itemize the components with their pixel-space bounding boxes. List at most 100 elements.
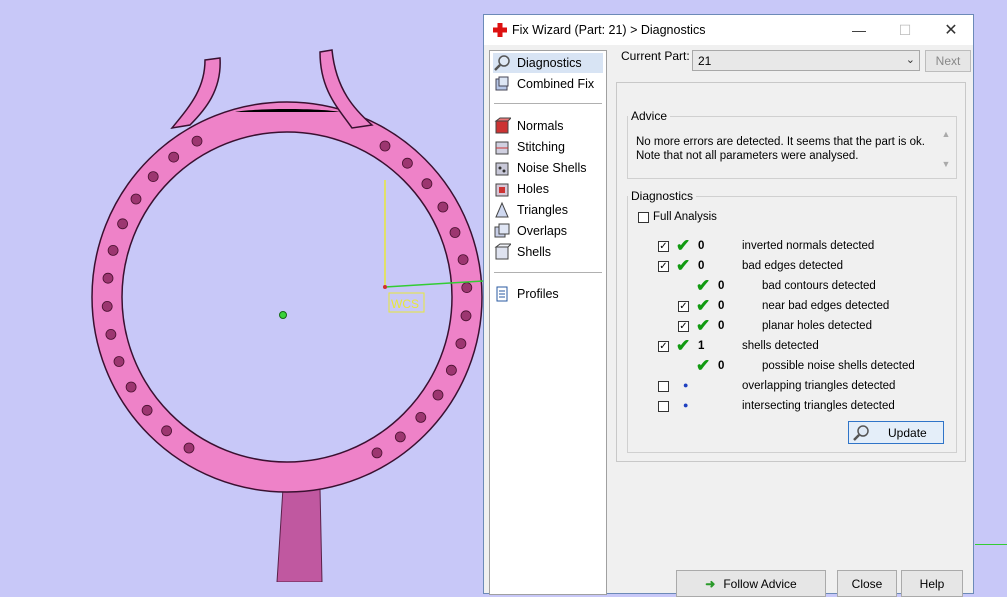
ok-check-icon: ✔ xyxy=(676,236,691,255)
current-part-label: Current Part: xyxy=(621,49,690,63)
fix-wizard-dialog: Fix Wizard (Part: 21) > Diagnostics — ☐ … xyxy=(483,14,974,597)
center-marker xyxy=(279,311,287,319)
gem-stone xyxy=(394,431,406,443)
document-icon xyxy=(496,286,508,302)
gem-stone xyxy=(161,425,173,437)
cube-stack-icon xyxy=(495,76,509,91)
ok-check-icon: ✔ xyxy=(696,356,711,375)
maximize-button[interactable]: ☐ xyxy=(882,15,928,45)
update-label: Update xyxy=(888,425,927,440)
row-count: 1 xyxy=(698,340,705,352)
nav-divider xyxy=(494,272,602,273)
gem-stone xyxy=(168,151,180,163)
advice-group: Advice No more errors are detected. It s… xyxy=(627,109,957,179)
ok-check-icon: ✔ xyxy=(696,276,711,295)
green-arrow-icon: ➜ xyxy=(705,577,716,591)
nav-item-profiles[interactable]: Profiles xyxy=(493,284,559,304)
row-count: 0 xyxy=(718,360,725,372)
nav-item-diagnostics[interactable]: Diagnostics xyxy=(493,53,603,73)
gem-stone xyxy=(371,447,383,459)
bad-edges-checkbox[interactable]: ✓ xyxy=(658,261,669,272)
nav-label: Profiles xyxy=(517,287,559,301)
dialog-title: Fix Wizard (Part: 21) > Diagnostics xyxy=(512,23,706,37)
help-button[interactable]: Help xyxy=(901,570,963,597)
nav-label: Triangles xyxy=(517,203,568,217)
row-label: planar holes detected xyxy=(762,320,872,332)
gem-stone xyxy=(460,310,472,322)
advice-legend: Advice xyxy=(631,109,668,123)
pending-dot-icon: ● xyxy=(683,400,689,410)
row-count: 0 xyxy=(718,280,725,292)
pending-dot-icon: ● xyxy=(683,380,689,390)
diagnostics-panel: Advice No more errors are detected. It s… xyxy=(616,82,966,462)
next-button[interactable]: Next xyxy=(925,50,971,72)
follow-advice-label: Follow Advice xyxy=(723,577,797,591)
follow-advice-button[interactable]: ➜ Follow Advice xyxy=(676,570,826,597)
shells-checkbox[interactable]: ✓ xyxy=(658,341,669,352)
gem-stone xyxy=(415,411,427,423)
gem-stone xyxy=(113,356,125,367)
update-button[interactable]: Update xyxy=(848,421,944,444)
nav-label: Normals xyxy=(517,119,564,133)
cube-red-icon xyxy=(494,117,511,134)
gem-stone xyxy=(379,140,391,152)
planar-holes-checkbox[interactable]: ✓ xyxy=(678,321,689,332)
gem-stone xyxy=(117,218,128,230)
row-label: overlapping triangles detected xyxy=(742,380,896,392)
full-analysis-label: Full Analysis xyxy=(653,211,717,223)
wizard-nav: Diagnostics Combined Fix Normals Stitchi… xyxy=(489,50,607,595)
current-part-select[interactable]: 21 ⌄ xyxy=(692,50,920,71)
gem-stone xyxy=(437,201,449,213)
gem-stone xyxy=(432,389,444,401)
nav-item-combined-fix[interactable]: Combined Fix xyxy=(493,74,594,94)
nav-label: Noise Shells xyxy=(517,161,587,175)
triangle-icon xyxy=(495,201,509,218)
axis-fragment xyxy=(975,544,1007,545)
nav-label: Diagnostics xyxy=(517,56,582,70)
close-window-button[interactable]: ✕ xyxy=(928,15,974,45)
row-count: 0 xyxy=(698,240,705,252)
row-label: shells detected xyxy=(742,340,819,352)
intersecting-triangles-checkbox[interactable] xyxy=(658,401,669,412)
ok-check-icon: ✔ xyxy=(676,256,691,275)
cube-overlap-icon xyxy=(494,223,510,238)
gem-stone xyxy=(401,157,413,169)
minimize-button[interactable]: — xyxy=(836,15,882,45)
nav-item-stitching[interactable]: Stitching xyxy=(493,137,565,157)
chevron-down-icon: ⌄ xyxy=(905,54,915,66)
nav-item-triangles[interactable]: Triangles xyxy=(493,200,568,220)
wcs-label: WCS xyxy=(391,297,419,311)
nav-item-shells[interactable]: Shells xyxy=(493,242,551,262)
cube-shell-icon xyxy=(494,243,511,260)
cube-hole-icon xyxy=(495,183,509,197)
close-button[interactable]: Close xyxy=(837,570,897,597)
overlapping-triangles-checkbox[interactable] xyxy=(658,381,669,392)
diagnostics-group: Diagnostics Full Analysis ✓ ✔ 0 inverted… xyxy=(627,189,957,453)
ok-check-icon: ✔ xyxy=(696,296,711,315)
nav-item-overlaps[interactable]: Overlaps xyxy=(493,221,567,241)
gem-stone xyxy=(445,364,457,376)
near-bad-edges-checkbox[interactable]: ✓ xyxy=(678,301,689,312)
ring-stem xyxy=(276,487,323,582)
nav-item-holes[interactable]: Holes xyxy=(493,179,549,199)
gem-stone xyxy=(421,178,433,190)
gem-stone xyxy=(449,227,461,238)
row-label: inverted normals detected xyxy=(742,240,875,252)
gem-stone xyxy=(191,135,203,147)
row-count: 0 xyxy=(718,320,725,332)
full-analysis-checkbox[interactable] xyxy=(638,212,649,223)
nav-item-normals[interactable]: Normals xyxy=(493,116,564,136)
magnifier-icon xyxy=(853,424,869,441)
gem-stone xyxy=(101,300,113,312)
diagnostics-legend: Diagnostics xyxy=(631,189,694,203)
row-label: intersecting triangles detected xyxy=(742,400,895,412)
advice-scrollbar[interactable]: ▲ ▼ xyxy=(939,127,953,175)
gem-stone xyxy=(147,171,159,183)
row-label: near bad edges detected xyxy=(762,300,890,312)
nav-item-noise-shells[interactable]: Noise Shells xyxy=(493,158,586,178)
row-label: bad contours detected xyxy=(762,280,876,292)
gem-stone xyxy=(105,328,117,340)
title-bar[interactable]: Fix Wizard (Part: 21) > Diagnostics — ☐ … xyxy=(484,15,973,45)
gem-stone xyxy=(457,254,469,266)
inverted-normals-checkbox[interactable]: ✓ xyxy=(658,241,669,252)
